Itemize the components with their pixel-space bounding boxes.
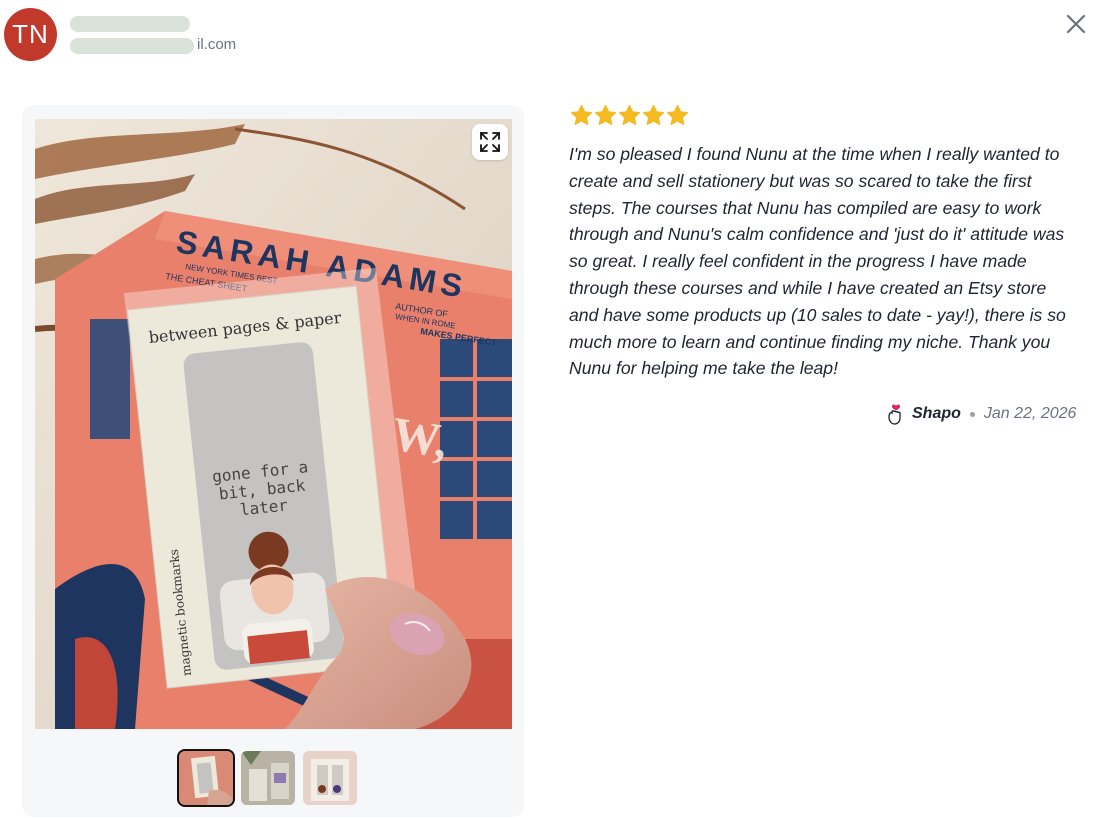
- star-icon: [643, 105, 664, 125]
- user-email: il.com: [70, 36, 260, 56]
- star-icon: [595, 105, 616, 125]
- review-source[interactable]: Shapo: [912, 405, 961, 423]
- media-card: SARAH ADAMS NEW YORK TIMES BEST THE CHEA…: [22, 105, 524, 817]
- close-icon: [1066, 14, 1086, 34]
- thumbnail-3[interactable]: [303, 751, 357, 805]
- thumbnail-2[interactable]: [241, 751, 295, 805]
- name-redaction: [70, 16, 190, 32]
- rating-stars: [570, 104, 689, 128]
- review-text: I'm so pleased I found Nunu at the time …: [569, 144, 1066, 379]
- thumbnail-1[interactable]: [177, 749, 235, 807]
- email-redaction: [70, 38, 194, 54]
- star-icon: [571, 105, 592, 125]
- separator-dot: [969, 411, 975, 417]
- review-meta: Shapo Jan 22, 2026: [886, 402, 1076, 426]
- close-button[interactable]: [1060, 8, 1092, 40]
- avatar: TN: [4, 8, 57, 61]
- star-icon: [667, 105, 688, 125]
- expand-button[interactable]: [472, 124, 508, 160]
- expand-icon: [480, 132, 500, 152]
- star-icon: [619, 105, 640, 125]
- review-photo[interactable]: SARAH ADAMS NEW YORK TIMES BEST THE CHEA…: [35, 119, 512, 729]
- avatar-initials: TN: [12, 19, 49, 49]
- shapo-icon: [888, 404, 901, 425]
- review-date: Jan 22, 2026: [983, 405, 1077, 422]
- photo-illustration: SARAH ADAMS NEW YORK TIMES BEST THE CHEA…: [35, 119, 512, 729]
- user-name: [70, 12, 195, 34]
- thumbnail-strip: [22, 749, 524, 807]
